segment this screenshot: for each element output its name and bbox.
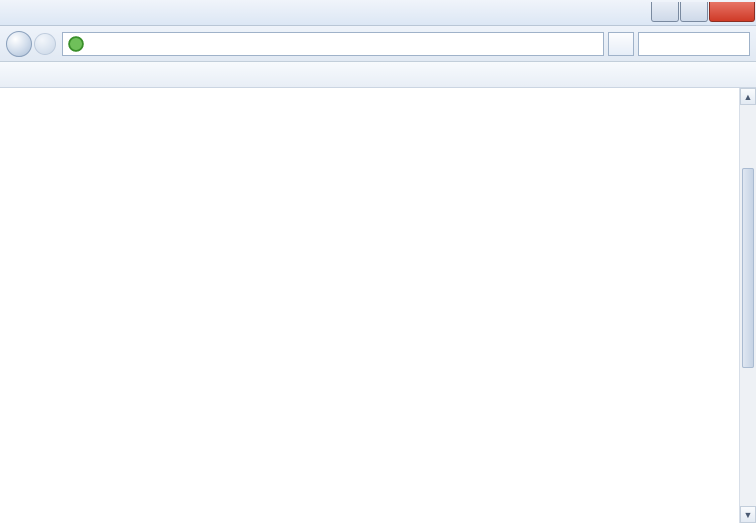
menu-help[interactable]: [78, 72, 94, 78]
minimize-button[interactable]: [651, 2, 679, 22]
scroll-up-arrow[interactable]: ▲: [740, 88, 756, 105]
main-split: ▲ ▼: [0, 88, 756, 523]
refresh-button[interactable]: [608, 32, 634, 56]
menu-edit[interactable]: [24, 72, 40, 78]
nav-forward-button[interactable]: [34, 33, 56, 55]
search-box[interactable]: [638, 32, 750, 56]
window-titlebar: [0, 0, 756, 26]
address-bar-row: [0, 26, 756, 62]
content-area: ▲ ▼: [200, 88, 756, 523]
breadcrumb-root-icon: [67, 35, 85, 53]
breadcrumb-bar[interactable]: [62, 32, 604, 56]
menu-tools[interactable]: [60, 72, 76, 78]
maximize-button[interactable]: [680, 2, 708, 22]
vertical-scrollbar[interactable]: ▲ ▼: [739, 88, 756, 523]
menu-bar: [0, 62, 756, 88]
scroll-down-arrow[interactable]: ▼: [740, 506, 756, 523]
sidebar: [0, 88, 200, 523]
scroll-thumb[interactable]: [742, 168, 754, 368]
search-input[interactable]: [643, 37, 745, 51]
nav-back-button[interactable]: [6, 31, 32, 57]
menu-file[interactable]: [6, 72, 22, 78]
close-button[interactable]: [709, 2, 755, 22]
menu-view[interactable]: [42, 72, 58, 78]
